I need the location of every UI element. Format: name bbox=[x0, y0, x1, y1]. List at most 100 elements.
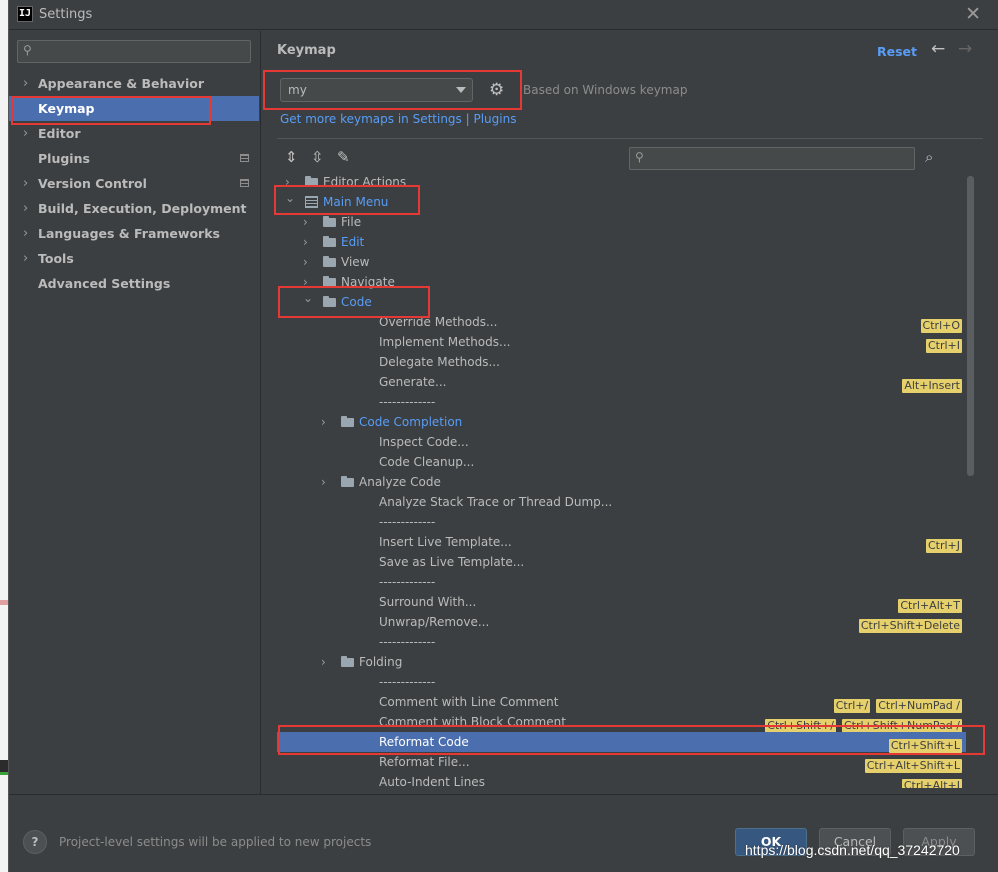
tree-row[interactable]: Inspect Code... bbox=[277, 432, 974, 452]
keymap-select[interactable]: my bbox=[280, 78, 473, 102]
app-icon: IJ bbox=[17, 6, 33, 22]
shortcut-badge: Ctrl+O bbox=[920, 319, 962, 333]
tree-row[interactable]: Override Methods... Ctrl+O bbox=[277, 312, 974, 333]
tree-row[interactable]: Insert Live Template... Ctrl+J bbox=[277, 532, 974, 553]
tree-row[interactable]: Reformat File... Ctrl+Alt+Shift+L bbox=[277, 752, 974, 773]
scrollbar-thumb[interactable] bbox=[967, 176, 974, 476]
sidebar-item[interactable]: › Version Control bbox=[9, 171, 259, 196]
tree-toolbar: ⇕ ⇳ ✎ ⚲ ⌕ bbox=[277, 145, 983, 171]
chevron-right-icon[interactable]: › bbox=[321, 472, 326, 492]
tree-row[interactable]: › Code Completion bbox=[277, 412, 974, 432]
sidebar-item-label: Advanced Settings bbox=[38, 276, 171, 291]
sidebar-item[interactable]: › Tools bbox=[9, 246, 259, 271]
tree-row[interactable]: › Navigate bbox=[277, 272, 974, 292]
tree-row[interactable]: Comment with Block Comment Ctrl+Shift+/ Ct… bbox=[277, 712, 974, 733]
tree-row-label: Folding bbox=[359, 655, 403, 669]
chevron-right-icon[interactable]: › bbox=[303, 232, 308, 252]
settings-link[interactable]: Get more keymaps in Settings bbox=[280, 112, 462, 126]
tree-row-label: Unwrap/Remove... bbox=[379, 615, 490, 629]
sidebar-item[interactable]: Advanced Settings bbox=[9, 271, 259, 296]
sidebar-item[interactable]: › Appearance & Behavior bbox=[9, 71, 259, 96]
tree-row-label: Analyze Code bbox=[359, 475, 441, 489]
tree-row[interactable]: Code Cleanup... bbox=[277, 452, 974, 472]
folder-icon bbox=[341, 656, 354, 667]
chevron-down-icon[interactable]: ⌄ bbox=[303, 288, 313, 308]
expand-all-icon[interactable]: ⇕ bbox=[285, 148, 298, 166]
folder-icon bbox=[323, 296, 336, 307]
tree-row[interactable]: Unwrap/Remove... Ctrl+Shift+Delete bbox=[277, 612, 974, 633]
arrow-left-icon[interactable]: ← bbox=[931, 39, 945, 59]
dialog-footer: ? Project-level settings will be applied… bbox=[9, 794, 998, 872]
chevron-right-icon[interactable]: › bbox=[303, 212, 308, 232]
sidebar-item[interactable]: Keymap bbox=[9, 96, 259, 121]
tree-row[interactable]: › Analyze Code bbox=[277, 472, 974, 492]
tree-row[interactable]: › Edit bbox=[277, 232, 974, 252]
chevron-right-icon[interactable]: › bbox=[303, 252, 308, 272]
tree-row[interactable]: Analyze Stack Trace or Thread Dump... bbox=[277, 492, 974, 512]
tree-row[interactable]: ------------- bbox=[277, 512, 974, 532]
reset-link[interactable]: Reset bbox=[877, 44, 917, 59]
plugins-link[interactable]: Plugins bbox=[473, 112, 516, 126]
action-search-input[interactable]: ⚲ bbox=[629, 147, 915, 170]
tree-row[interactable]: ------------- bbox=[277, 572, 974, 592]
folder-icon bbox=[341, 416, 354, 427]
tree-row-label: Code Completion bbox=[359, 415, 463, 429]
tree-row[interactable]: Delegate Methods... bbox=[277, 352, 974, 372]
shortcut-badge: Ctrl+NumPad / bbox=[876, 699, 962, 713]
tree-row-label: Generate... bbox=[379, 375, 447, 389]
tree-row[interactable]: Generate... Alt+Insert bbox=[277, 372, 974, 393]
settings-sidebar: ⚲ › Appearance & Behavior Keymap › Editor Plu… bbox=[9, 31, 259, 794]
search-icon: ⚲ bbox=[23, 43, 32, 57]
tree-row-label: Save as Live Template... bbox=[379, 555, 525, 569]
close-icon[interactable]: ✕ bbox=[965, 3, 981, 25]
tree-row[interactable]: › View bbox=[277, 252, 974, 272]
sidebar-item[interactable]: Plugins bbox=[9, 146, 259, 171]
tree-scrollbar[interactable] bbox=[966, 174, 975, 788]
tree-row-label: Analyze Stack Trace or Thread Dump... bbox=[379, 495, 613, 509]
sidebar-item-label: Editor bbox=[38, 126, 81, 141]
folder-icon bbox=[323, 216, 336, 227]
footer-note: Project-level settings will be applied t… bbox=[59, 835, 372, 849]
sidebar-item[interactable]: › Editor bbox=[9, 121, 259, 146]
sidebar-item[interactable]: › Build, Execution, Deployment bbox=[9, 196, 259, 221]
shortcut-badge: Ctrl+J bbox=[925, 539, 962, 553]
tree-row-label: Inspect Code... bbox=[379, 435, 469, 449]
shortcut-badge: Alt+Insert bbox=[902, 379, 962, 393]
tree-row[interactable]: ------------- bbox=[277, 672, 974, 692]
gear-icon[interactable]: ⚙ bbox=[489, 80, 504, 100]
tree-row[interactable]: › Editor Actions bbox=[277, 174, 974, 192]
tree-row[interactable]: Auto-Indent Lines Ctrl+Alt+I bbox=[277, 772, 974, 788]
sidebar-search-input[interactable]: ⚲ bbox=[17, 40, 251, 63]
search-icon: ⚲ bbox=[635, 150, 644, 164]
chevron-right-icon: › bbox=[23, 201, 29, 216]
tree-row[interactable]: Surround With... Ctrl+Alt+T bbox=[277, 592, 974, 613]
sidebar-item-label: Appearance & Behavior bbox=[38, 76, 204, 91]
folder-icon bbox=[341, 476, 354, 487]
sidebar-item-label: Languages & Frameworks bbox=[38, 226, 220, 241]
help-button[interactable]: ? bbox=[23, 830, 47, 854]
tree-row[interactable]: ------------- bbox=[277, 392, 974, 412]
tree-row-label: Editor Actions bbox=[323, 175, 407, 189]
chevron-right-icon[interactable]: › bbox=[321, 412, 326, 432]
tree-row[interactable]: Save as Live Template... bbox=[277, 552, 974, 572]
tree-row[interactable]: › File bbox=[277, 212, 974, 232]
folder-icon bbox=[323, 256, 336, 267]
collapse-all-icon[interactable]: ⇳ bbox=[311, 148, 324, 166]
tree-row[interactable]: ⌄ Code bbox=[277, 291, 974, 312]
tree-row-label: Auto-Indent Lines bbox=[379, 775, 485, 788]
shortcut-badge: Ctrl+Shift+NumPad / bbox=[842, 719, 962, 733]
chevron-right-icon[interactable]: › bbox=[321, 652, 326, 672]
chevron-down-icon bbox=[456, 87, 466, 93]
tree-row[interactable]: Implement Methods... Ctrl+I bbox=[277, 332, 974, 353]
keymap-select-value: my bbox=[288, 83, 307, 97]
tree-row[interactable]: ------------- bbox=[277, 632, 974, 652]
sidebar-item[interactable]: › Languages & Frameworks bbox=[9, 221, 259, 246]
background-strip bbox=[0, 600, 8, 605]
find-shortcut-icon[interactable]: ⌕ bbox=[925, 148, 933, 166]
tree-row[interactable]: Comment with Line Comment Ctrl+/ Ctrl+NumP… bbox=[277, 692, 974, 713]
tree-row[interactable]: › Folding bbox=[277, 652, 974, 672]
tree-row[interactable]: Reformat Code Ctrl+Shift+L bbox=[277, 732, 974, 753]
tree-row[interactable]: ⌄ Main Menu bbox=[277, 191, 974, 212]
pencil-icon[interactable]: ✎ bbox=[337, 148, 350, 166]
chevron-down-icon[interactable]: ⌄ bbox=[285, 188, 295, 208]
